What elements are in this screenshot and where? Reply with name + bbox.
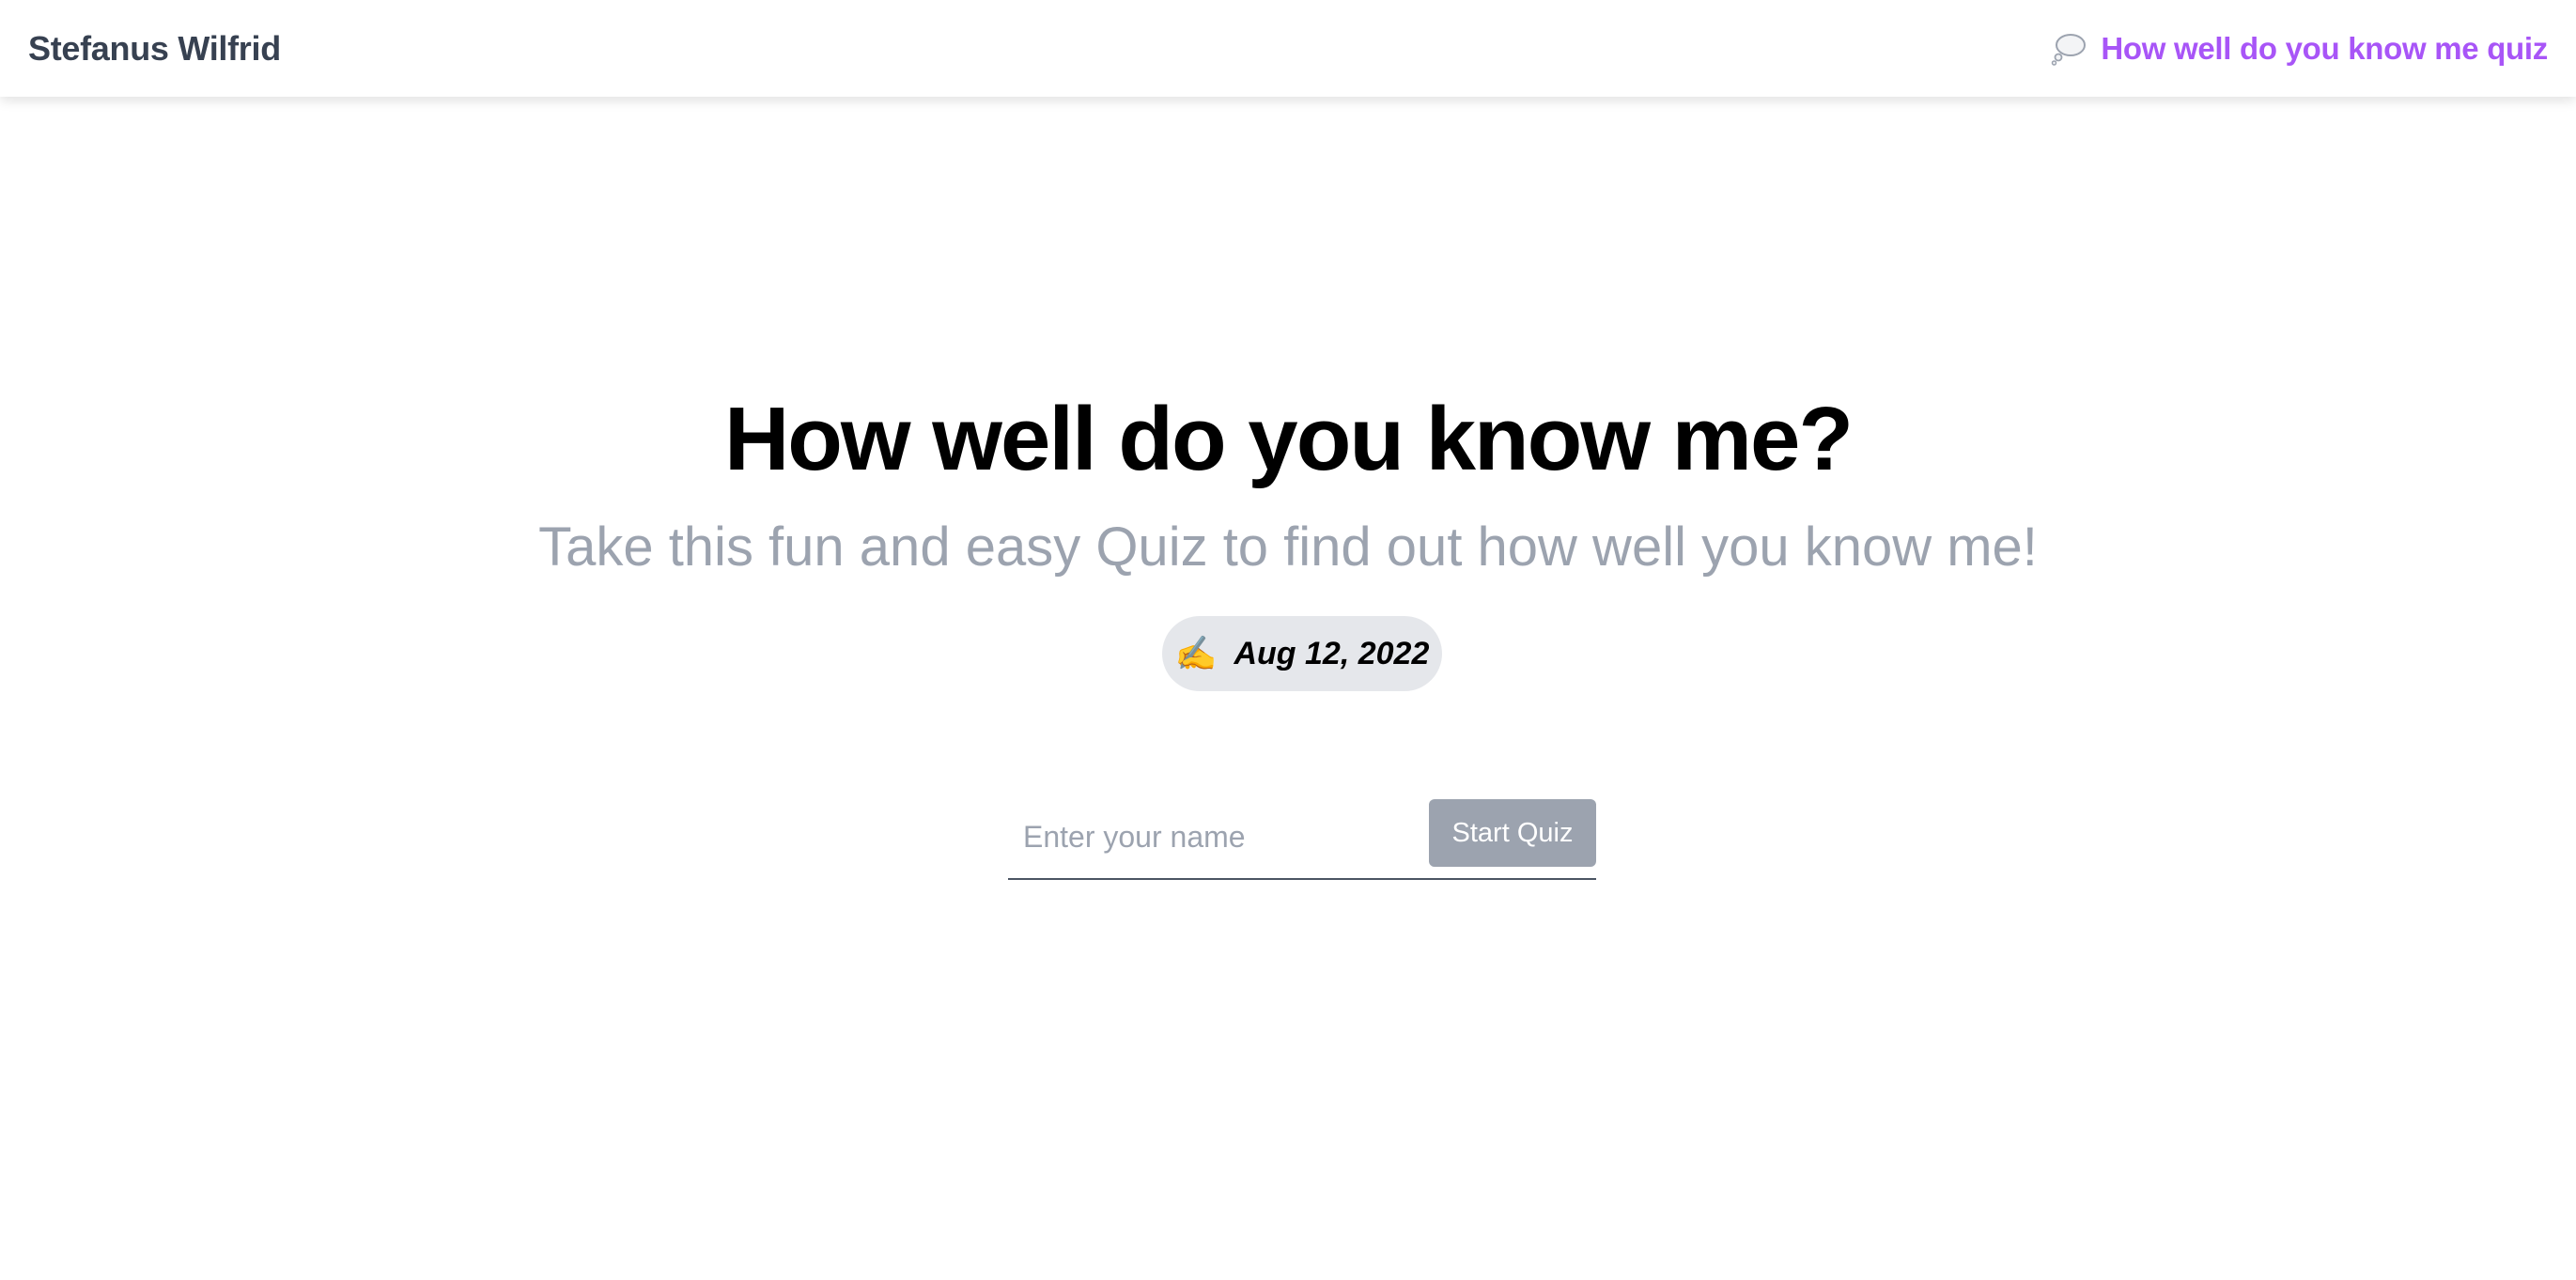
hero-section: How well do you know me? Take this fun a… xyxy=(0,97,2576,1280)
brand-link[interactable]: Stefanus Wilfrid xyxy=(28,29,281,69)
name-input[interactable] xyxy=(1008,796,1421,877)
top-navbar: Stefanus Wilfrid How well do you know me… xyxy=(0,0,2576,97)
quiz-nav-link-label: How well do you know me quiz xyxy=(2101,30,2548,66)
date-badge: ✍️ Aug 12, 2022 xyxy=(1162,616,1442,691)
start-quiz-form: Start Quiz xyxy=(1008,796,1596,880)
page-title: How well do you know me? xyxy=(723,389,1854,489)
date-label: Aug 12, 2022 xyxy=(1234,635,1430,671)
quiz-nav-link[interactable]: How well do you know me quiz xyxy=(2050,30,2548,68)
thought-balloon-icon xyxy=(2050,30,2087,68)
page-subtitle: Take this fun and easy Quiz to find out … xyxy=(538,517,2038,578)
writing-hand-icon: ✍️ xyxy=(1174,634,1218,672)
start-quiz-button[interactable]: Start Quiz xyxy=(1429,799,1596,867)
